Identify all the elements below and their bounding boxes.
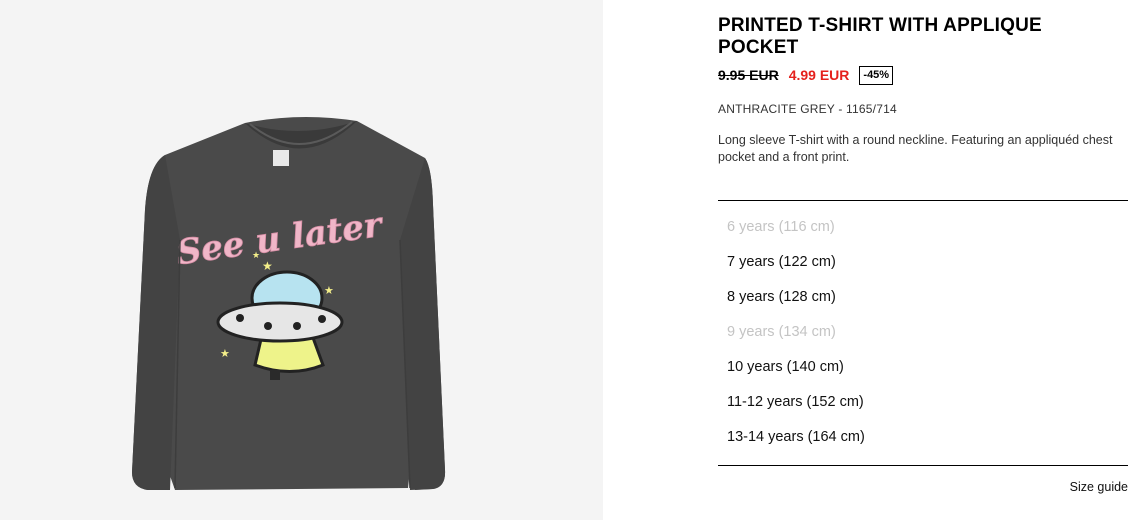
size-guide-link[interactable]: Size guide xyxy=(1070,480,1128,494)
svg-text:★: ★ xyxy=(262,259,273,273)
divider xyxy=(718,465,1128,466)
size-option: 6 years (116 cm) xyxy=(727,219,835,235)
brand-label xyxy=(273,150,289,166)
size-option[interactable]: 7 years (122 cm) xyxy=(718,245,1128,280)
product-info: PRINTED T-SHIRT WITH APPLIQUE POCKET 9.9… xyxy=(718,0,1128,520)
product-image-panel: See u later ★ ★ ★ ★ xyxy=(0,0,603,520)
price-row: 9.95 EUR 4.99 EUR -45% xyxy=(718,65,894,85)
svg-text:★: ★ xyxy=(324,285,334,297)
color-reference: ANTHRACITE GREY - 1165/714 xyxy=(718,102,897,116)
size-list: 6 years (116 cm) 7 years (122 cm) 8 year… xyxy=(718,210,1128,455)
size-option[interactable]: 10 years (140 cm) xyxy=(718,350,1128,385)
original-price: 9.95 EUR xyxy=(718,67,779,83)
discount-badge: -45% xyxy=(859,65,894,85)
product-image[interactable]: See u later ★ ★ ★ ★ xyxy=(0,0,603,520)
size-option[interactable]: 11-12 years (152 cm) xyxy=(718,385,1128,420)
divider xyxy=(718,200,1128,201)
product-title: PRINTED T-SHIRT WITH APPLIQUE POCKET xyxy=(718,15,1042,58)
size-option[interactable]: 8 years (128 cm) xyxy=(718,280,1128,315)
svg-text:★: ★ xyxy=(220,348,230,360)
product-description: Long sleeve T-shirt with a round necklin… xyxy=(718,133,1113,164)
sale-price: 4.99 EUR xyxy=(788,67,850,83)
size-option: 9 years (134 cm) xyxy=(727,324,836,340)
svg-text:★: ★ xyxy=(252,250,260,260)
size-option[interactable]: 13-14 years (164 cm) xyxy=(718,420,1128,455)
